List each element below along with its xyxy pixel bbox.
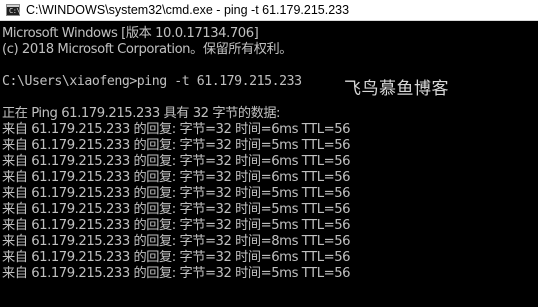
ping-intro-line: 正在 Ping 61.179.215.233 具有 32 字节的数据: (2, 106, 281, 121)
cmd-window: C:\ C:\WINDOWS\system32\cmd.exe - ping -… (0, 0, 538, 307)
reply-line: 来自 61.179.215.233 的回复: 字节=32 时间=8ms TTL=… (2, 234, 351, 249)
reply-line: 来自 61.179.215.233 的回复: 字节=32 时间=5ms TTL=… (2, 138, 351, 153)
cmd-icon[interactable]: C:\ (6, 4, 21, 16)
cmd-icon-prompt: C:\ (9, 7, 21, 15)
reply-line: 来自 61.179.215.233 的回复: 字节=32 时间=6ms TTL=… (2, 170, 351, 185)
reply-line: 来自 61.179.215.233 的回复: 字节=32 时间=5ms TTL=… (2, 202, 351, 217)
command-line: C:\Users\xiaofeng>ping -t 61.179.215.233 (2, 74, 302, 89)
title-bar[interactable]: C:\ C:\WINDOWS\system32\cmd.exe - ping -… (0, 0, 538, 21)
window-title: C:\WINDOWS\system32\cmd.exe - ping -t 61… (26, 3, 350, 17)
reply-line: 来自 61.179.215.233 的回复: 字节=32 时间=6ms TTL=… (2, 154, 351, 169)
console-header-line-2: (c) 2018 Microsoft Corporation。保留所有权利。 (2, 42, 292, 57)
reply-line: 来自 61.179.215.233 的回复: 字节=32 时间=5ms TTL=… (2, 186, 351, 201)
reply-line: 来自 61.179.215.233 的回复: 字节=32 时间=5ms TTL=… (2, 266, 351, 281)
reply-line: 来自 61.179.215.233 的回复: 字节=32 时间=6ms TTL=… (2, 122, 351, 137)
console-output[interactable]: Microsoft Windows [版本 10.0.17134.706] (c… (0, 22, 538, 307)
reply-line: 来自 61.179.215.233 的回复: 字节=32 时间=6ms TTL=… (2, 250, 351, 265)
console-header-line-1: Microsoft Windows [版本 10.0.17134.706] (2, 26, 259, 41)
reply-line: 来自 61.179.215.233 的回复: 字节=32 时间=5ms TTL=… (2, 218, 351, 233)
blog-watermark: 飞鸟慕鱼博客 (344, 79, 449, 99)
